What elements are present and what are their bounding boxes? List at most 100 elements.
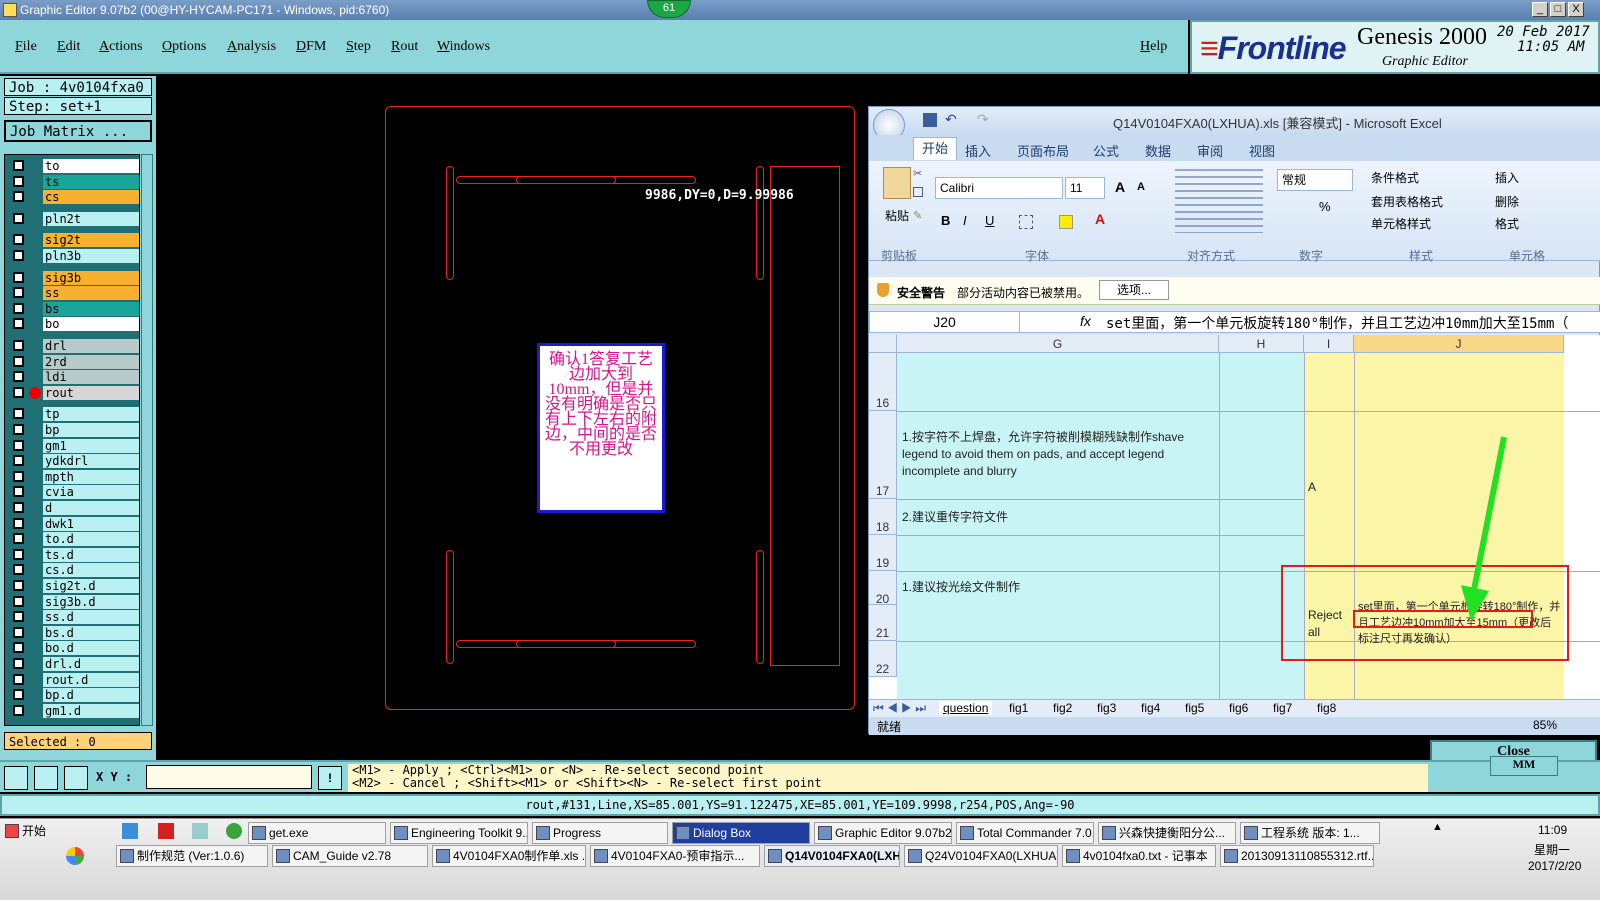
- font-name-select[interactable]: Calibri: [935, 177, 1063, 199]
- paste-label[interactable]: 粘贴: [885, 207, 909, 224]
- sheet-tab-fig2[interactable]: fig2: [1053, 701, 1072, 715]
- layer-row-ts-d[interactable]: ts.d: [7, 547, 139, 562]
- layer-checkbox[interactable]: [13, 642, 24, 654]
- taskbar-item[interactable]: Dialog Box: [672, 822, 810, 844]
- units-toggle[interactable]: MM: [1490, 756, 1558, 776]
- layer-checkbox[interactable]: [13, 439, 24, 451]
- layer-checkbox[interactable]: [13, 564, 24, 576]
- layer-checkbox[interactable]: [13, 234, 24, 246]
- excel-titlebar[interactable]: ↶ ↷ Q14V0104FXA0(LXHUA).xls [兼容模式] - Mic…: [869, 107, 1600, 141]
- insert-cells-button[interactable]: 插入: [1495, 169, 1519, 186]
- layer-name[interactable]: sig3b.d: [43, 594, 139, 609]
- font-size-select[interactable]: 11: [1065, 177, 1105, 199]
- taskbar-item[interactable]: Q24V0104FXA0(LXHUA)....: [904, 845, 1058, 867]
- layer-name[interactable]: gm1.d: [43, 703, 139, 718]
- tab-insert[interactable]: 插入: [965, 141, 991, 160]
- menu-step[interactable]: Step: [346, 39, 371, 55]
- fx-icon[interactable]: fx: [1080, 313, 1091, 329]
- layer-checkbox[interactable]: [13, 287, 24, 299]
- font-color-icon[interactable]: A: [1095, 211, 1105, 227]
- tab-review[interactable]: 审阅: [1197, 141, 1223, 160]
- layer-name[interactable]: rout: [43, 385, 139, 400]
- layer-name[interactable]: bo: [43, 317, 139, 332]
- layer-name[interactable]: sig3b: [43, 270, 139, 285]
- tool-grid-icon[interactable]: [64, 766, 88, 790]
- job-matrix-button[interactable]: Job Matrix ...: [4, 120, 152, 142]
- menu-windows[interactable]: Windows: [437, 39, 490, 55]
- layer-row-cs[interactable]: cs: [7, 190, 139, 205]
- row-header-20[interactable]: 20: [869, 571, 897, 606]
- tab-view[interactable]: 视图: [1249, 141, 1275, 160]
- layer-checkbox[interactable]: [13, 580, 24, 591]
- col-header-h[interactable]: H: [1219, 335, 1304, 353]
- fill-color-icon[interactable]: [1059, 215, 1073, 229]
- layer-name[interactable]: 2rd: [43, 354, 139, 369]
- cell-styles-button[interactable]: 单元格样式: [1371, 215, 1431, 232]
- menu-edit[interactable]: Edit: [57, 39, 80, 55]
- calculator-icon[interactable]: [192, 823, 208, 839]
- layer-checkbox[interactable]: [13, 408, 24, 420]
- layer-row-dwk1[interactable]: dwk1: [7, 516, 139, 531]
- col-header-i[interactable]: I: [1304, 335, 1354, 353]
- layer-row-ss[interactable]: ss: [7, 286, 139, 301]
- shrink-font-icon[interactable]: A: [1137, 181, 1145, 193]
- layer-checkbox[interactable]: [13, 611, 24, 623]
- layer-row-bp-d[interactable]: bp.d: [7, 688, 139, 703]
- sheet-tab-fig4[interactable]: fig4: [1141, 701, 1160, 715]
- layer-row-cs-d[interactable]: cs.d: [7, 563, 139, 578]
- tab-page-layout[interactable]: 页面布局: [1017, 141, 1069, 160]
- minimize-button[interactable]: _: [1532, 2, 1548, 17]
- col-header-g[interactable]: G: [897, 335, 1219, 353]
- layer-name[interactable]: sig2t.d: [43, 579, 139, 593]
- layer-checkbox[interactable]: [13, 595, 24, 607]
- menu-actions[interactable]: Actions: [99, 39, 143, 55]
- layer-row-to[interactable]: to: [7, 159, 139, 173]
- row-header-21[interactable]: 21: [869, 605, 897, 641]
- layer-row-gm1[interactable]: gm1: [7, 438, 139, 453]
- layer-row-sig3b-d[interactable]: sig3b.d: [7, 594, 139, 609]
- ie-icon[interactable]: [226, 823, 242, 839]
- layer-name[interactable]: to: [43, 159, 139, 173]
- layer-checkbox[interactable]: [13, 250, 24, 261]
- taskbar-item[interactable]: Total Commander 7.0...: [956, 822, 1094, 844]
- layer-checkbox[interactable]: [13, 191, 24, 203]
- conditional-format-button[interactable]: 条件格式: [1371, 169, 1419, 186]
- menu-analysis[interactable]: Analysis: [227, 39, 276, 55]
- taskbar-item[interactable]: 4V0104FXA0制作单.xls ...: [432, 845, 586, 867]
- menu-file[interactable]: File: [15, 39, 37, 55]
- tool-measure-icon[interactable]: [34, 766, 58, 790]
- row-header-22[interactable]: 22: [869, 641, 897, 677]
- sheet-tab-fig6[interactable]: fig6: [1229, 701, 1248, 715]
- taskbar-item[interactable]: 兴森快捷衡阳分公...: [1098, 822, 1236, 844]
- layer-name[interactable]: pln3b: [43, 249, 139, 263]
- layer-name[interactable]: bp.d: [43, 688, 139, 703]
- layer-checkbox[interactable]: [13, 424, 24, 435]
- sheet-tab-fig3[interactable]: fig3: [1097, 701, 1116, 715]
- tab-data[interactable]: 数据: [1145, 141, 1171, 160]
- layer-name[interactable]: to.d: [43, 532, 139, 547]
- layer-row-rout-d[interactable]: rout.d: [7, 672, 139, 687]
- bold-icon[interactable]: B: [941, 213, 950, 228]
- italic-icon[interactable]: I: [963, 213, 967, 228]
- layer-name[interactable]: cs: [43, 190, 139, 205]
- layer-checkbox[interactable]: [13, 302, 24, 314]
- select-all-corner[interactable]: [869, 335, 897, 353]
- layer-checkbox[interactable]: [13, 626, 24, 638]
- layer-row-ldi[interactable]: ldi: [7, 370, 139, 385]
- window-titlebar[interactable]: Graphic Editor 9.07b2 (00@HY-HYCAM-PC171…: [0, 0, 1600, 20]
- layer-name[interactable]: bp: [43, 423, 139, 437]
- cell-g18[interactable]: 2.建议重传字符文件: [899, 507, 1217, 528]
- layer-checkbox[interactable]: [13, 318, 24, 330]
- layer-row-bs-d[interactable]: bs.d: [7, 625, 139, 640]
- layer-row-ts[interactable]: ts: [7, 174, 139, 189]
- layer-checkbox[interactable]: [13, 502, 24, 513]
- layer-row-pln3b[interactable]: pln3b: [7, 249, 139, 263]
- menu-rout[interactable]: Rout: [391, 39, 418, 55]
- taskbar-item[interactable]: 4v0104fxa0.txt - 记事本: [1062, 845, 1216, 867]
- layer-row-sig3b[interactable]: sig3b: [7, 270, 139, 285]
- save-icon[interactable]: [923, 113, 937, 127]
- tray-arrow-icon[interactable]: ▲: [1432, 821, 1443, 833]
- layer-checkbox[interactable]: [13, 517, 24, 529]
- cut-icon[interactable]: ✂: [913, 167, 922, 180]
- layer-row-d[interactable]: d: [7, 501, 139, 515]
